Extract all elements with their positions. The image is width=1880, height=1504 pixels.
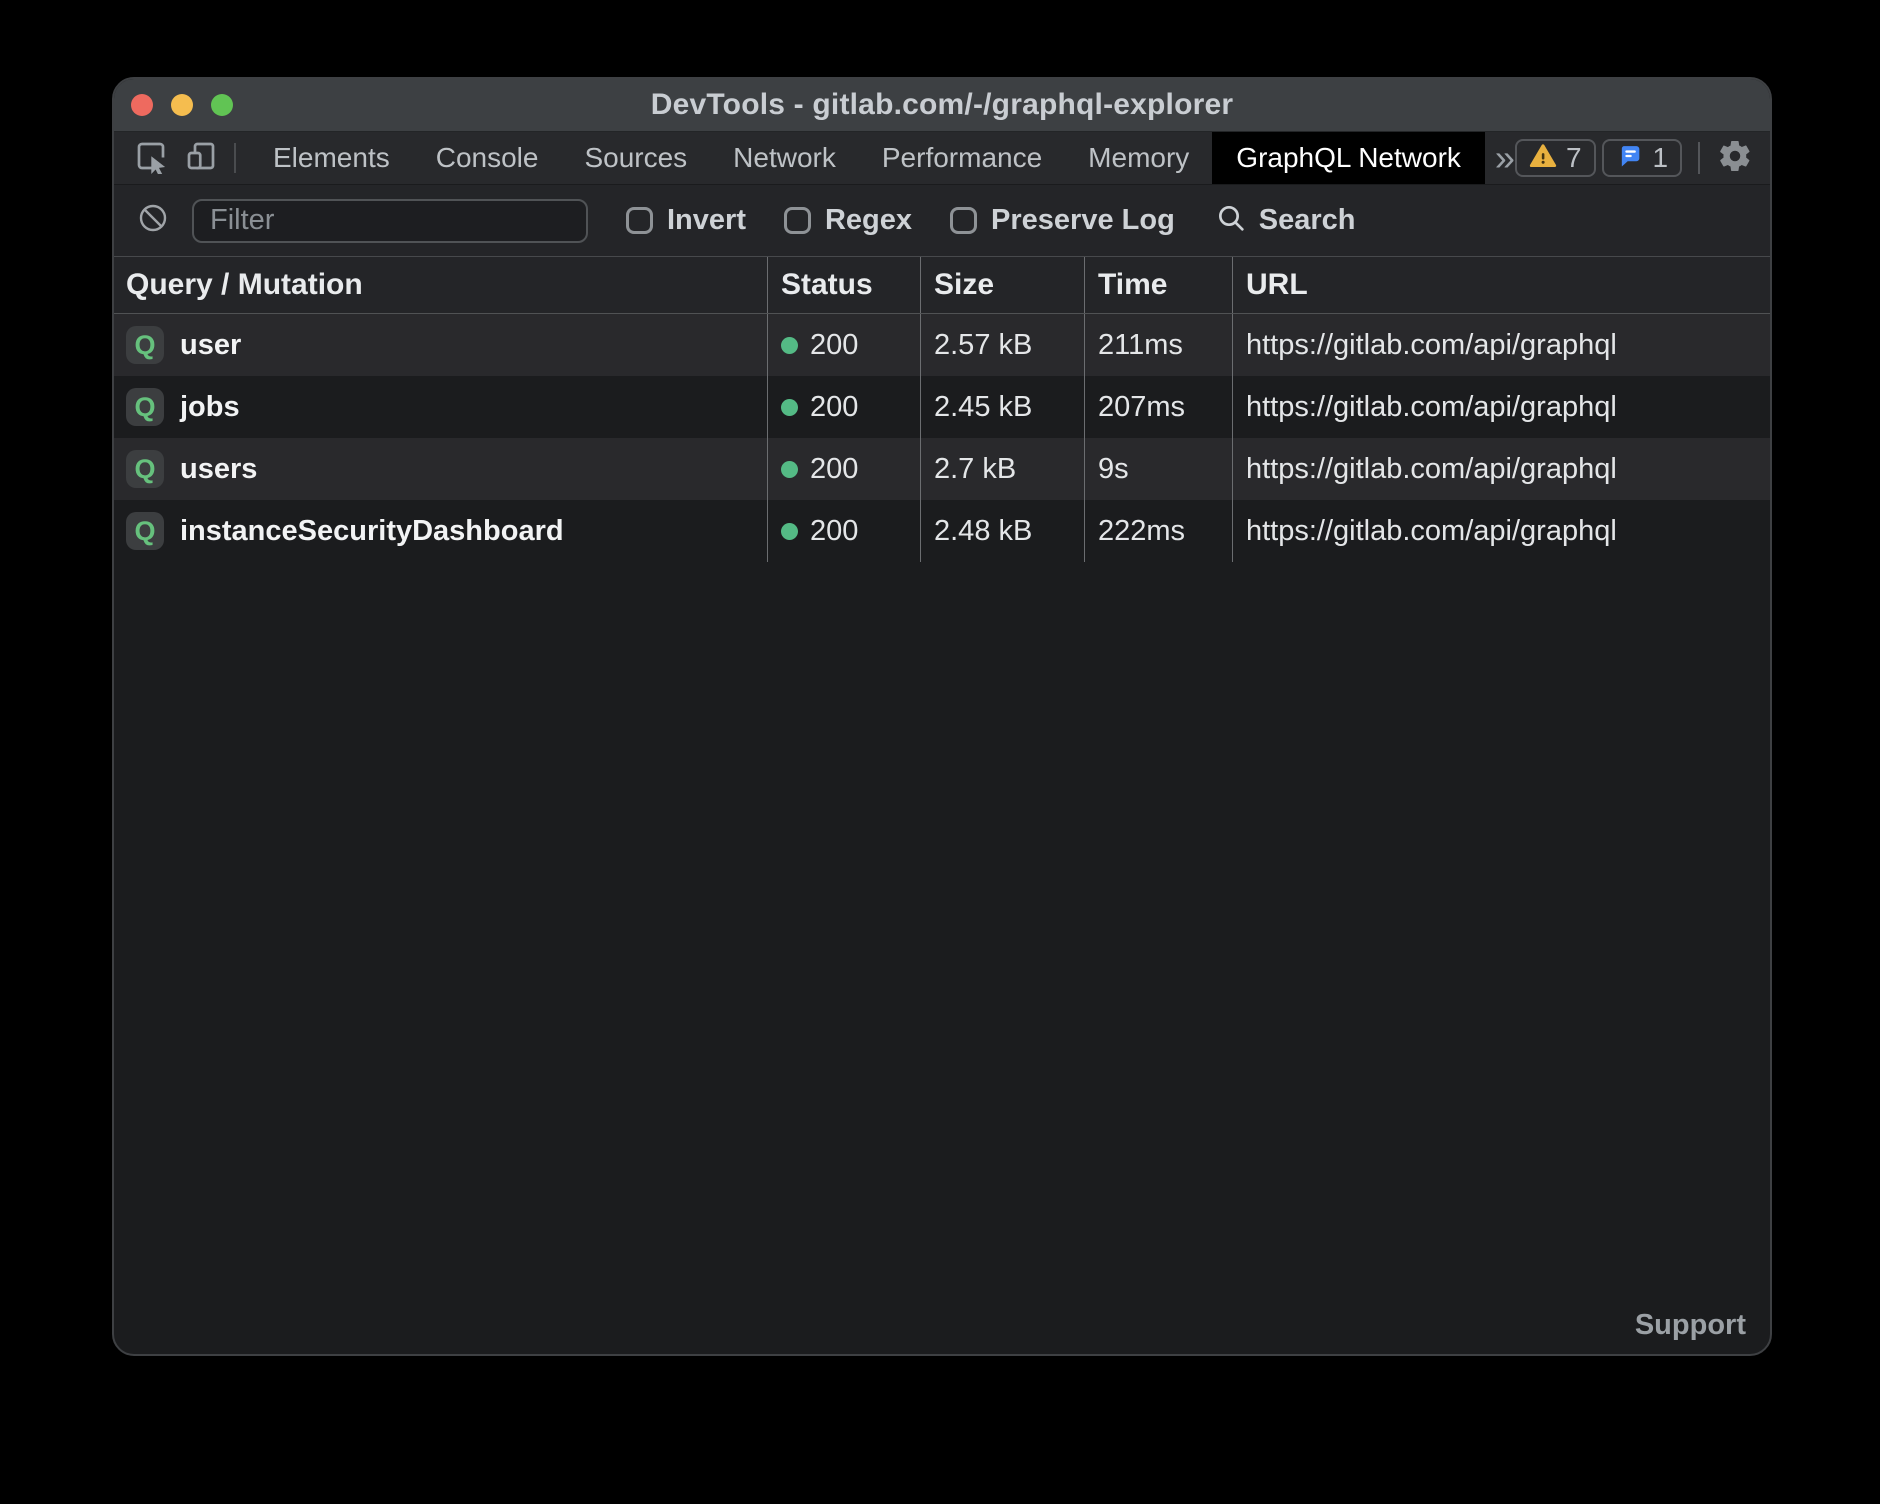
preserve-log-label: Preserve Log <box>991 204 1175 237</box>
search-label: Search <box>1259 204 1356 237</box>
preserve-log-checkbox-group[interactable]: Preserve Log <box>950 204 1175 237</box>
regex-checkbox-group[interactable]: Regex <box>784 204 912 237</box>
table-header-row: Query / Mutation Status Size Time URL <box>114 257 1770 314</box>
regex-label: Regex <box>825 204 912 237</box>
warnings-badge-button[interactable]: 7 <box>1515 139 1596 177</box>
devtools-tab-bar: Elements Console Sources Network Perform… <box>114 132 1770 185</box>
request-url: https://gitlab.com/api/graphql <box>1232 314 1770 376</box>
response-time: 211ms <box>1084 314 1232 376</box>
status-ok-dot <box>781 523 798 540</box>
query-name: users <box>180 453 257 486</box>
table-row[interactable]: Qjobs 200 2.45 kB 207ms https://gitlab.c… <box>114 376 1770 438</box>
toggle-device-toolbar-button[interactable] <box>182 139 220 177</box>
status-code: 200 <box>810 515 858 548</box>
messages-count: 1 <box>1653 142 1669 174</box>
column-header-url[interactable]: URL <box>1232 257 1770 313</box>
table-row[interactable]: Quser 200 2.57 kB 211ms https://gitlab.c… <box>114 314 1770 376</box>
block-circle-icon <box>137 202 169 239</box>
column-header-size[interactable]: Size <box>920 257 1084 313</box>
column-header-time[interactable]: Time <box>1084 257 1232 313</box>
tab-network[interactable]: Network <box>710 132 859 184</box>
response-time: 207ms <box>1084 376 1232 438</box>
zoom-window-button[interactable] <box>211 94 233 116</box>
tab-elements[interactable]: Elements <box>250 132 413 184</box>
toolbar-divider <box>234 143 236 173</box>
warnings-count: 7 <box>1566 142 1582 174</box>
invert-label: Invert <box>667 204 746 237</box>
filter-input[interactable] <box>192 199 588 243</box>
tab-sources[interactable]: Sources <box>561 132 710 184</box>
response-size: 2.7 kB <box>920 438 1084 500</box>
device-toolbar-icon <box>183 138 219 179</box>
search-button[interactable]: Search <box>1215 202 1356 239</box>
query-name: user <box>180 329 241 362</box>
messages-badge-button[interactable]: 1 <box>1602 139 1683 177</box>
status-code: 200 <box>810 391 858 424</box>
request-url: https://gitlab.com/api/graphql <box>1232 376 1770 438</box>
toolbar-divider <box>1698 142 1700 174</box>
tab-graphql-network[interactable]: GraphQL Network <box>1212 132 1485 184</box>
title-bar: DevTools - gitlab.com/-/graphql-explorer <box>114 79 1770 132</box>
response-time: 9s <box>1084 438 1232 500</box>
table-row[interactable]: QinstanceSecurityDashboard 200 2.48 kB 2… <box>114 500 1770 562</box>
table-row[interactable]: Qusers 200 2.7 kB 9s https://gitlab.com/… <box>114 438 1770 500</box>
warning-triangle-icon <box>1529 142 1557 175</box>
query-type-badge: Q <box>126 512 164 550</box>
response-time: 222ms <box>1084 500 1232 562</box>
invert-checkbox[interactable] <box>626 207 653 234</box>
more-tabs-chevron-icon[interactable]: » <box>1495 140 1515 176</box>
search-icon <box>1215 202 1247 239</box>
status-ok-dot <box>781 461 798 478</box>
tab-console[interactable]: Console <box>413 132 562 184</box>
request-url: https://gitlab.com/api/graphql <box>1232 438 1770 500</box>
request-url: https://gitlab.com/api/graphql <box>1232 500 1770 562</box>
minimize-window-button[interactable] <box>171 94 193 116</box>
traffic-lights <box>131 79 233 131</box>
query-type-badge: Q <box>126 326 164 364</box>
gear-icon <box>1717 138 1753 179</box>
settings-button[interactable] <box>1716 139 1754 177</box>
query-name: jobs <box>180 391 240 424</box>
close-window-button[interactable] <box>131 94 153 116</box>
preserve-log-checkbox[interactable] <box>950 207 977 234</box>
status-ok-dot <box>781 337 798 354</box>
support-link[interactable]: Support <box>1635 1309 1746 1342</box>
kebab-menu-icon <box>1770 143 1772 173</box>
filter-bar: Invert Regex Preserve Log Search <box>114 185 1770 257</box>
devtools-window: DevTools - gitlab.com/-/graphql-explorer… <box>112 77 1772 1356</box>
status-code: 200 <box>810 453 858 486</box>
inspect-cursor-icon <box>133 138 169 179</box>
regex-checkbox[interactable] <box>784 207 811 234</box>
query-type-badge: Q <box>126 388 164 426</box>
response-size: 2.45 kB <box>920 376 1084 438</box>
response-size: 2.57 kB <box>920 314 1084 376</box>
response-size: 2.48 kB <box>920 500 1084 562</box>
invert-checkbox-group[interactable]: Invert <box>626 204 746 237</box>
column-header-query-mutation[interactable]: Query / Mutation <box>114 257 767 313</box>
column-header-status[interactable]: Status <box>767 257 920 313</box>
message-bubble-icon <box>1616 142 1644 175</box>
more-options-button[interactable] <box>1754 139 1772 177</box>
tab-memory[interactable]: Memory <box>1065 132 1212 184</box>
status-ok-dot <box>781 399 798 416</box>
query-name: instanceSecurityDashboard <box>180 515 564 548</box>
tab-performance[interactable]: Performance <box>859 132 1065 184</box>
status-code: 200 <box>810 329 858 362</box>
clear-button[interactable] <box>134 202 172 240</box>
query-type-badge: Q <box>126 450 164 488</box>
window-title: DevTools - gitlab.com/-/graphql-explorer <box>651 88 1234 122</box>
inspect-element-button[interactable] <box>132 139 170 177</box>
